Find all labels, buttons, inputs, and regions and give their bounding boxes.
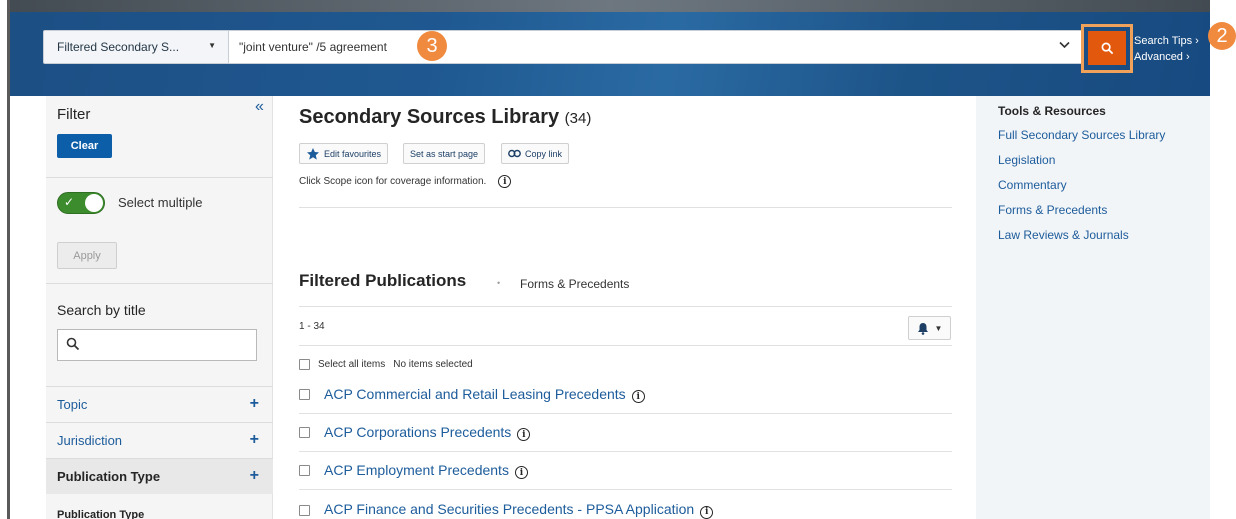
search-icon — [1101, 42, 1113, 54]
publication-row: ACP Finance and Securities Precedents - … — [299, 491, 952, 519]
tools-resources-title: Tools & Resources — [998, 104, 1106, 118]
facet-sub-heading: Publication Type — [57, 509, 145, 519]
publication-checkbox[interactable] — [299, 389, 310, 400]
tools-resources-panel: Tools & Resources Full Secondary Sources… — [976, 96, 1210, 519]
toggle-knob — [85, 194, 103, 212]
divider — [46, 177, 273, 178]
publication-link[interactable]: ACP Finance and Securities Precedents - … — [324, 501, 714, 519]
search-input[interactable]: "joint venture" /5 agreement — [229, 30, 1083, 64]
info-icon[interactable]: i — [498, 175, 512, 188]
tools-link-legislation[interactable]: Legislation — [998, 153, 1055, 167]
selection-status: No items selected — [393, 359, 473, 370]
search-query-text: "joint venture" /5 agreement — [239, 40, 387, 54]
info-icon[interactable]: i — [631, 390, 645, 404]
chevron-down-icon: ▼ — [208, 41, 216, 50]
publication-checkbox[interactable] — [299, 465, 310, 476]
window-left-edge — [0, 0, 10, 519]
facet-label: Jurisdiction — [57, 433, 123, 448]
facet-label: Publication Type — [57, 469, 161, 484]
result-count: (34) — [564, 110, 592, 127]
divider — [299, 306, 952, 307]
publication-row: ACP Commercial and Retail Leasing Preced… — [299, 376, 952, 414]
select-multiple-toggle[interactable]: ✓ — [57, 192, 105, 214]
publication-link[interactable]: ACP Corporations Precedents i — [324, 424, 531, 442]
publication-link[interactable]: ACP Commercial and Retail Leasing Preced… — [324, 386, 645, 404]
tools-link-commentary[interactable]: Commentary — [998, 178, 1067, 192]
divider — [299, 207, 952, 208]
tools-link-law-reviews[interactable]: Law Reviews & Journals — [998, 228, 1129, 242]
publication-row: ACP Employment Precedents i — [299, 452, 952, 490]
expand-icon[interactable]: + — [250, 467, 259, 485]
scope-note: Click Scope icon for coverage informatio… — [299, 175, 512, 188]
publication-checkbox[interactable] — [299, 504, 310, 516]
select-all-row: Select all items No items selected — [299, 359, 473, 370]
annotation-marker-2: 2 — [1208, 22, 1236, 50]
search-button[interactable] — [1088, 31, 1126, 65]
search-tips-link[interactable]: Search Tips › — [1134, 33, 1199, 49]
select-all-checkbox[interactable] — [299, 359, 310, 370]
facet-label: Topic — [57, 397, 88, 412]
facet-publication-type[interactable]: Publication Type + — [46, 458, 273, 494]
result-range: 1 - 34 — [299, 321, 325, 332]
search-by-title-input[interactable] — [57, 329, 257, 361]
scope-dropdown-label: Filtered Secondary S... — [57, 40, 180, 54]
expand-icon[interactable]: + — [250, 395, 259, 413]
publication-link[interactable]: ACP Employment Precedents i — [324, 462, 528, 480]
tools-link-forms-precedents[interactable]: Forms & Precedents — [998, 203, 1107, 217]
divider — [46, 283, 273, 284]
search-button-highlight — [1081, 24, 1133, 73]
page-title: Secondary Sources Library (34) — [299, 106, 592, 128]
facet-topic[interactable]: Topic + — [46, 386, 273, 422]
advanced-search-link[interactable]: Advanced › — [1134, 49, 1199, 65]
info-icon[interactable]: i — [517, 428, 531, 442]
tools-link-full-library[interactable]: Full Secondary Sources Library — [998, 128, 1165, 142]
select-multiple-label: Select multiple — [118, 195, 203, 210]
facet-jurisdiction[interactable]: Jurisdiction + — [46, 422, 273, 458]
edit-favourites-button[interactable]: Edit favourites — [299, 143, 389, 164]
set-start-page-button[interactable]: Set as start page — [403, 143, 486, 164]
bell-icon — [917, 322, 928, 335]
apply-button[interactable]: Apply — [57, 242, 117, 269]
publication-checkbox[interactable] — [299, 427, 310, 438]
chevron-down-icon: ▼ — [934, 323, 943, 333]
filtered-publications-subtitle: Forms & Precedents — [520, 277, 630, 291]
collapse-sidebar-icon[interactable]: « — [255, 98, 264, 116]
expand-icon[interactable]: + — [250, 431, 259, 449]
info-icon[interactable]: i — [700, 505, 714, 519]
alert-dropdown-button[interactable]: ▼ — [908, 316, 951, 340]
checkmark-icon: ✓ — [64, 195, 75, 209]
publication-row: ACP Corporations Precedents i — [299, 414, 952, 452]
search-icon — [66, 337, 80, 351]
divider — [299, 345, 952, 346]
select-all-label: Select all items — [318, 359, 386, 370]
scope-dropdown[interactable]: Filtered Secondary S... ▼ — [43, 30, 229, 64]
filter-title: Filter — [57, 106, 91, 123]
star-icon — [307, 147, 319, 160]
search-by-title-label: Search by title — [57, 302, 146, 318]
info-icon[interactable]: i — [514, 466, 528, 480]
link-icon — [508, 149, 521, 158]
filter-sidebar: Filter « Clear ✓ Select multiple Apply S… — [46, 96, 273, 519]
clear-button[interactable]: Clear — [57, 134, 112, 158]
search-history-chevron-icon[interactable] — [1059, 40, 1070, 52]
copy-link-button[interactable]: Copy link — [501, 143, 570, 164]
search-header: Filtered Secondary S... ▼ "joint venture… — [10, 0, 1210, 96]
annotation-marker-3: 3 — [417, 31, 447, 61]
filtered-publications-heading: Filtered Publications — [299, 271, 467, 290]
search-links: Search Tips › Advanced › — [1134, 33, 1199, 65]
separator-dot: • — [497, 278, 501, 288]
